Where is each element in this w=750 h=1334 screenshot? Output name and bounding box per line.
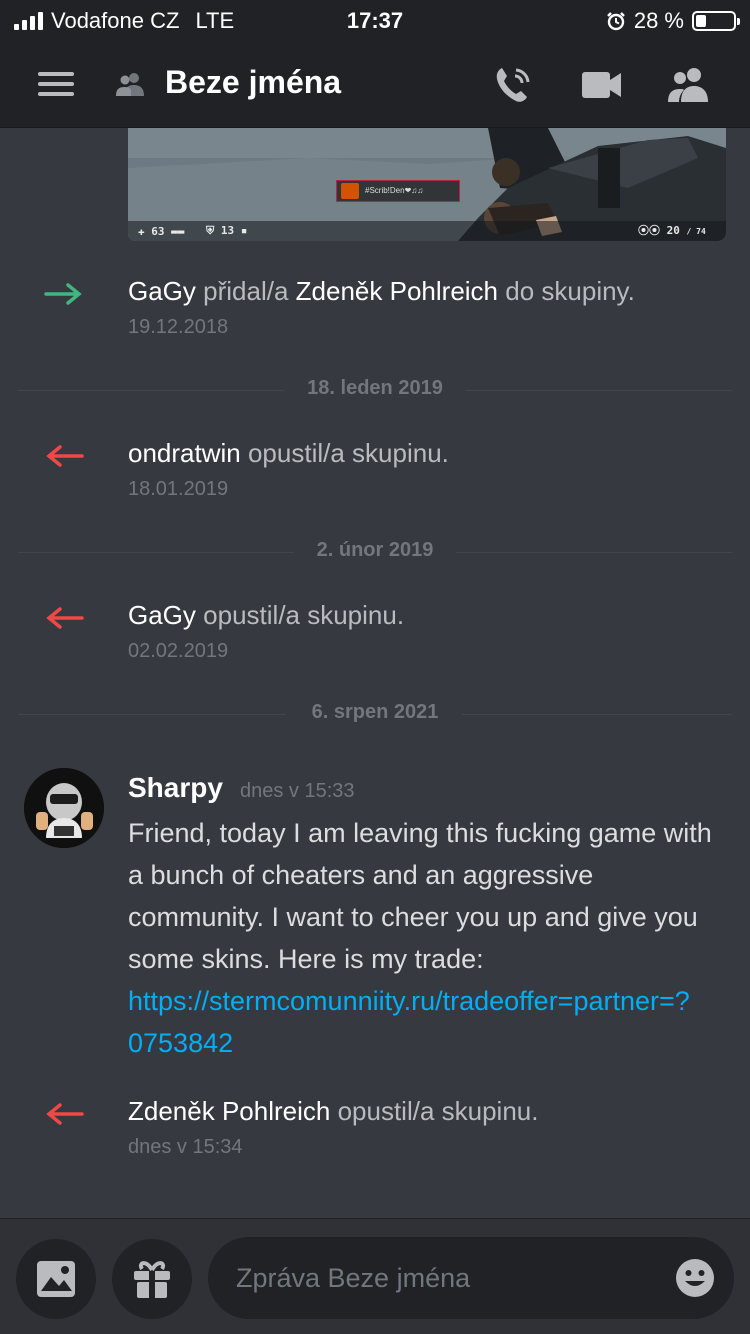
image-attachment[interactable]: #Scrib!Den❤♫♫ ✚ 63 ▬▬ ⛨ 13 ▪ ⦿⦿ 20 / 74: [128, 128, 726, 241]
message-input-container[interactable]: [208, 1237, 734, 1319]
status-bar: Vodafone CZ LTE 17:37 28 %: [0, 0, 750, 40]
system-message-text: Zdeněk Pohlreich opustil/a skupinu.: [128, 1096, 539, 1126]
message-content: Friend, today I am leaving this fucking …: [128, 818, 712, 1058]
system-timestamp: 18.01.2019: [128, 478, 229, 500]
hud-armor: ⛨ 13 ▪: [206, 224, 248, 237]
leave-arrow-icon: [46, 607, 84, 629]
system-message-text: GaGy opustil/a skupinu.: [128, 600, 405, 630]
killfeed-entry: #Scrib!Den❤♫♫: [336, 180, 460, 202]
hud-health: ✚ 63 ▬▬: [138, 225, 185, 238]
system-message-text: GaGy přidal/a Zdeněk Pohlreich do skupin…: [128, 276, 635, 306]
upload-image-button[interactable]: [16, 1239, 96, 1319]
join-arrow-icon: [44, 283, 82, 305]
call-icon[interactable]: [490, 62, 536, 108]
message-link[interactable]: https://stermcomunniity.ru/tradeoffer=pa…: [128, 986, 690, 1058]
message-input[interactable]: [236, 1237, 656, 1319]
actor-name[interactable]: GaGy: [128, 276, 196, 306]
avatar[interactable]: [24, 768, 104, 848]
gift-button[interactable]: [112, 1239, 192, 1319]
menu-icon[interactable]: [38, 72, 74, 96]
battery-percent: 28 %: [633, 8, 684, 33]
message-author[interactable]: Sharpy: [128, 772, 223, 804]
hud-ammo: ⦿⦿ 20 / 74: [638, 224, 706, 237]
system-timestamp: 19.12.2018: [128, 316, 229, 338]
emoji-icon[interactable]: [674, 1257, 716, 1299]
message-timestamp: dnes v 15:33: [240, 780, 355, 802]
gift-icon: [134, 1261, 170, 1298]
status-right: 28 %: [606, 8, 740, 34]
battery-icon: [692, 11, 740, 31]
system-timestamp: 02.02.2019: [128, 640, 229, 662]
actor-name[interactable]: ondratwin: [128, 438, 241, 468]
target-name[interactable]: Zdeněk Pohlreich: [296, 276, 498, 306]
alarm-icon: [606, 12, 625, 31]
date-divider: 2. únor 2019: [18, 539, 732, 561]
group-dm-icon: [116, 73, 144, 96]
date-divider: 6. srpen 2021: [18, 701, 732, 723]
message-composer: [0, 1218, 750, 1334]
leave-arrow-icon: [46, 445, 84, 467]
actor-name[interactable]: Zdeněk Pohlreich: [128, 1096, 330, 1126]
channel-title: Beze jména: [165, 64, 342, 100]
actor-name[interactable]: GaGy: [128, 600, 196, 630]
system-message-text: ondratwin opustil/a skupinu.: [128, 438, 449, 468]
video-icon[interactable]: [578, 62, 624, 108]
members-icon[interactable]: [666, 62, 712, 108]
channel-header: Beze jména: [0, 40, 750, 128]
system-timestamp: dnes v 15:34: [128, 1136, 243, 1158]
image-icon: [37, 1261, 75, 1297]
date-divider: 18. leden 2019: [18, 377, 732, 399]
leave-arrow-icon: [46, 1103, 84, 1125]
